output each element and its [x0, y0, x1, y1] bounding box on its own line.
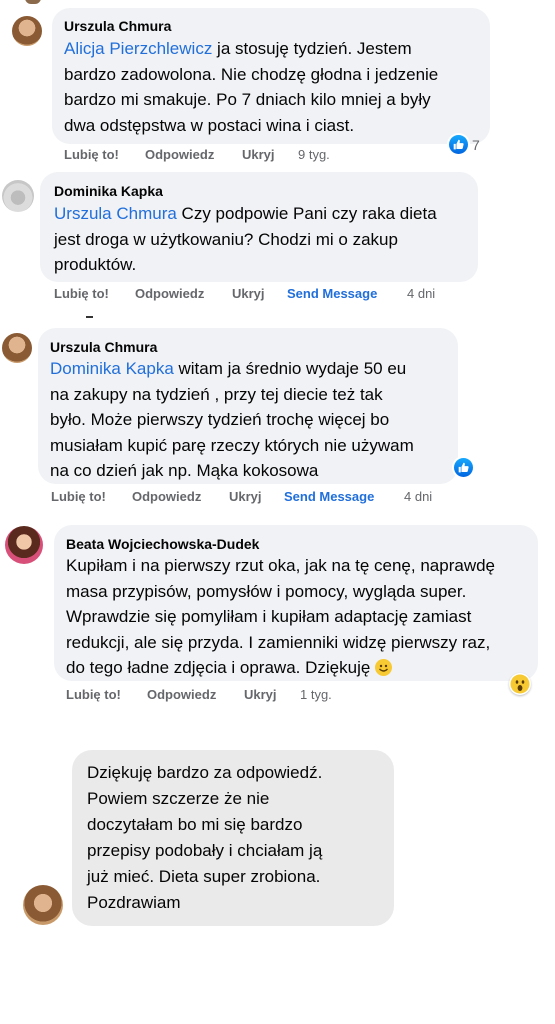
mention-link[interactable]: Alicja Pierzchlewicz — [64, 39, 212, 58]
message-text: Dziękuję bardzo za odpowiedź. Powiem szc… — [87, 763, 323, 912]
avatar-urszula-chmura[interactable] — [2, 333, 32, 363]
hide-button[interactable]: Ukryj — [232, 286, 265, 301]
wow-reaction-icon — [509, 673, 531, 695]
like-button[interactable]: Lubię to! — [64, 147, 119, 162]
reaction-count: 7 — [472, 136, 480, 153]
avatar — [25, 0, 41, 4]
avatar-message-sender[interactable] — [23, 885, 63, 925]
like-button[interactable]: Lubię to! — [51, 489, 106, 504]
comment-author[interactable]: Urszula Chmura — [50, 339, 157, 355]
like-button[interactable]: Lubię to! — [54, 286, 109, 301]
comment-author[interactable]: Dominika Kapka — [54, 183, 163, 199]
timestamp[interactable]: 4 dni — [407, 286, 435, 301]
hide-button[interactable]: Ukryj — [242, 147, 275, 162]
comment-author[interactable]: Beata Wojciechowska-Dudek — [66, 536, 259, 552]
reply-button[interactable]: Odpowiedz — [135, 286, 204, 301]
comment-actions: Lubię to! Odpowiedz Ukryj Send Message 4… — [51, 489, 451, 505]
reply-button[interactable]: Odpowiedz — [132, 489, 201, 504]
avatar-dominika-kapka[interactable] — [2, 180, 34, 212]
reaction-summary[interactable]: 7 — [449, 135, 480, 154]
hide-button[interactable]: Ukryj — [244, 687, 277, 702]
timestamp[interactable]: 4 dni — [404, 489, 432, 504]
comment-actions: Lubię to! Odpowiedz Ukryj 1 tyg. — [66, 687, 366, 703]
comment-text: Dominika Kapka witam ja średnio wydaje 5… — [50, 359, 414, 480]
timestamp[interactable]: 1 tyg. — [300, 687, 332, 702]
comment-text: Alicja Pierzchlewicz ja stosuję tydzień.… — [64, 39, 439, 135]
reaction-summary[interactable] — [454, 458, 473, 477]
comment-text: Urszula Chmura Czy podpowie Pani czy rak… — [54, 204, 437, 274]
reply-button[interactable]: Odpowiedz — [145, 147, 214, 162]
smile-emoji-icon — [375, 659, 393, 676]
comment-text: Kupiłam i na pierwszy rzut oka, jak na t… — [66, 556, 496, 677]
divider — [86, 316, 93, 318]
comment-author[interactable]: Urszula Chmura — [64, 18, 171, 34]
thumbs-up-icon — [449, 135, 468, 154]
avatar-urszula-chmura[interactable] — [12, 16, 42, 46]
avatar-beata-wojciechowska-dudek[interactable] — [5, 526, 43, 564]
timestamp[interactable]: 9 tyg. — [298, 147, 330, 162]
send-message-button[interactable]: Send Message — [287, 286, 377, 301]
mention-link[interactable]: Dominika Kapka — [50, 359, 174, 378]
like-button[interactable]: Lubię to! — [66, 687, 121, 702]
comment-actions: Lubię to! Odpowiedz Ukryj 9 tyg. — [64, 147, 364, 163]
reaction-summary[interactable] — [509, 673, 531, 695]
mention-link[interactable]: Urszula Chmura — [54, 204, 177, 223]
hide-button[interactable]: Ukryj — [229, 489, 262, 504]
reply-button[interactable]: Odpowiedz — [147, 687, 216, 702]
thumbs-up-icon — [454, 458, 473, 477]
comment-actions: Lubię to! Odpowiedz Ukryj Send Message 4… — [54, 286, 454, 302]
send-message-button[interactable]: Send Message — [284, 489, 374, 504]
